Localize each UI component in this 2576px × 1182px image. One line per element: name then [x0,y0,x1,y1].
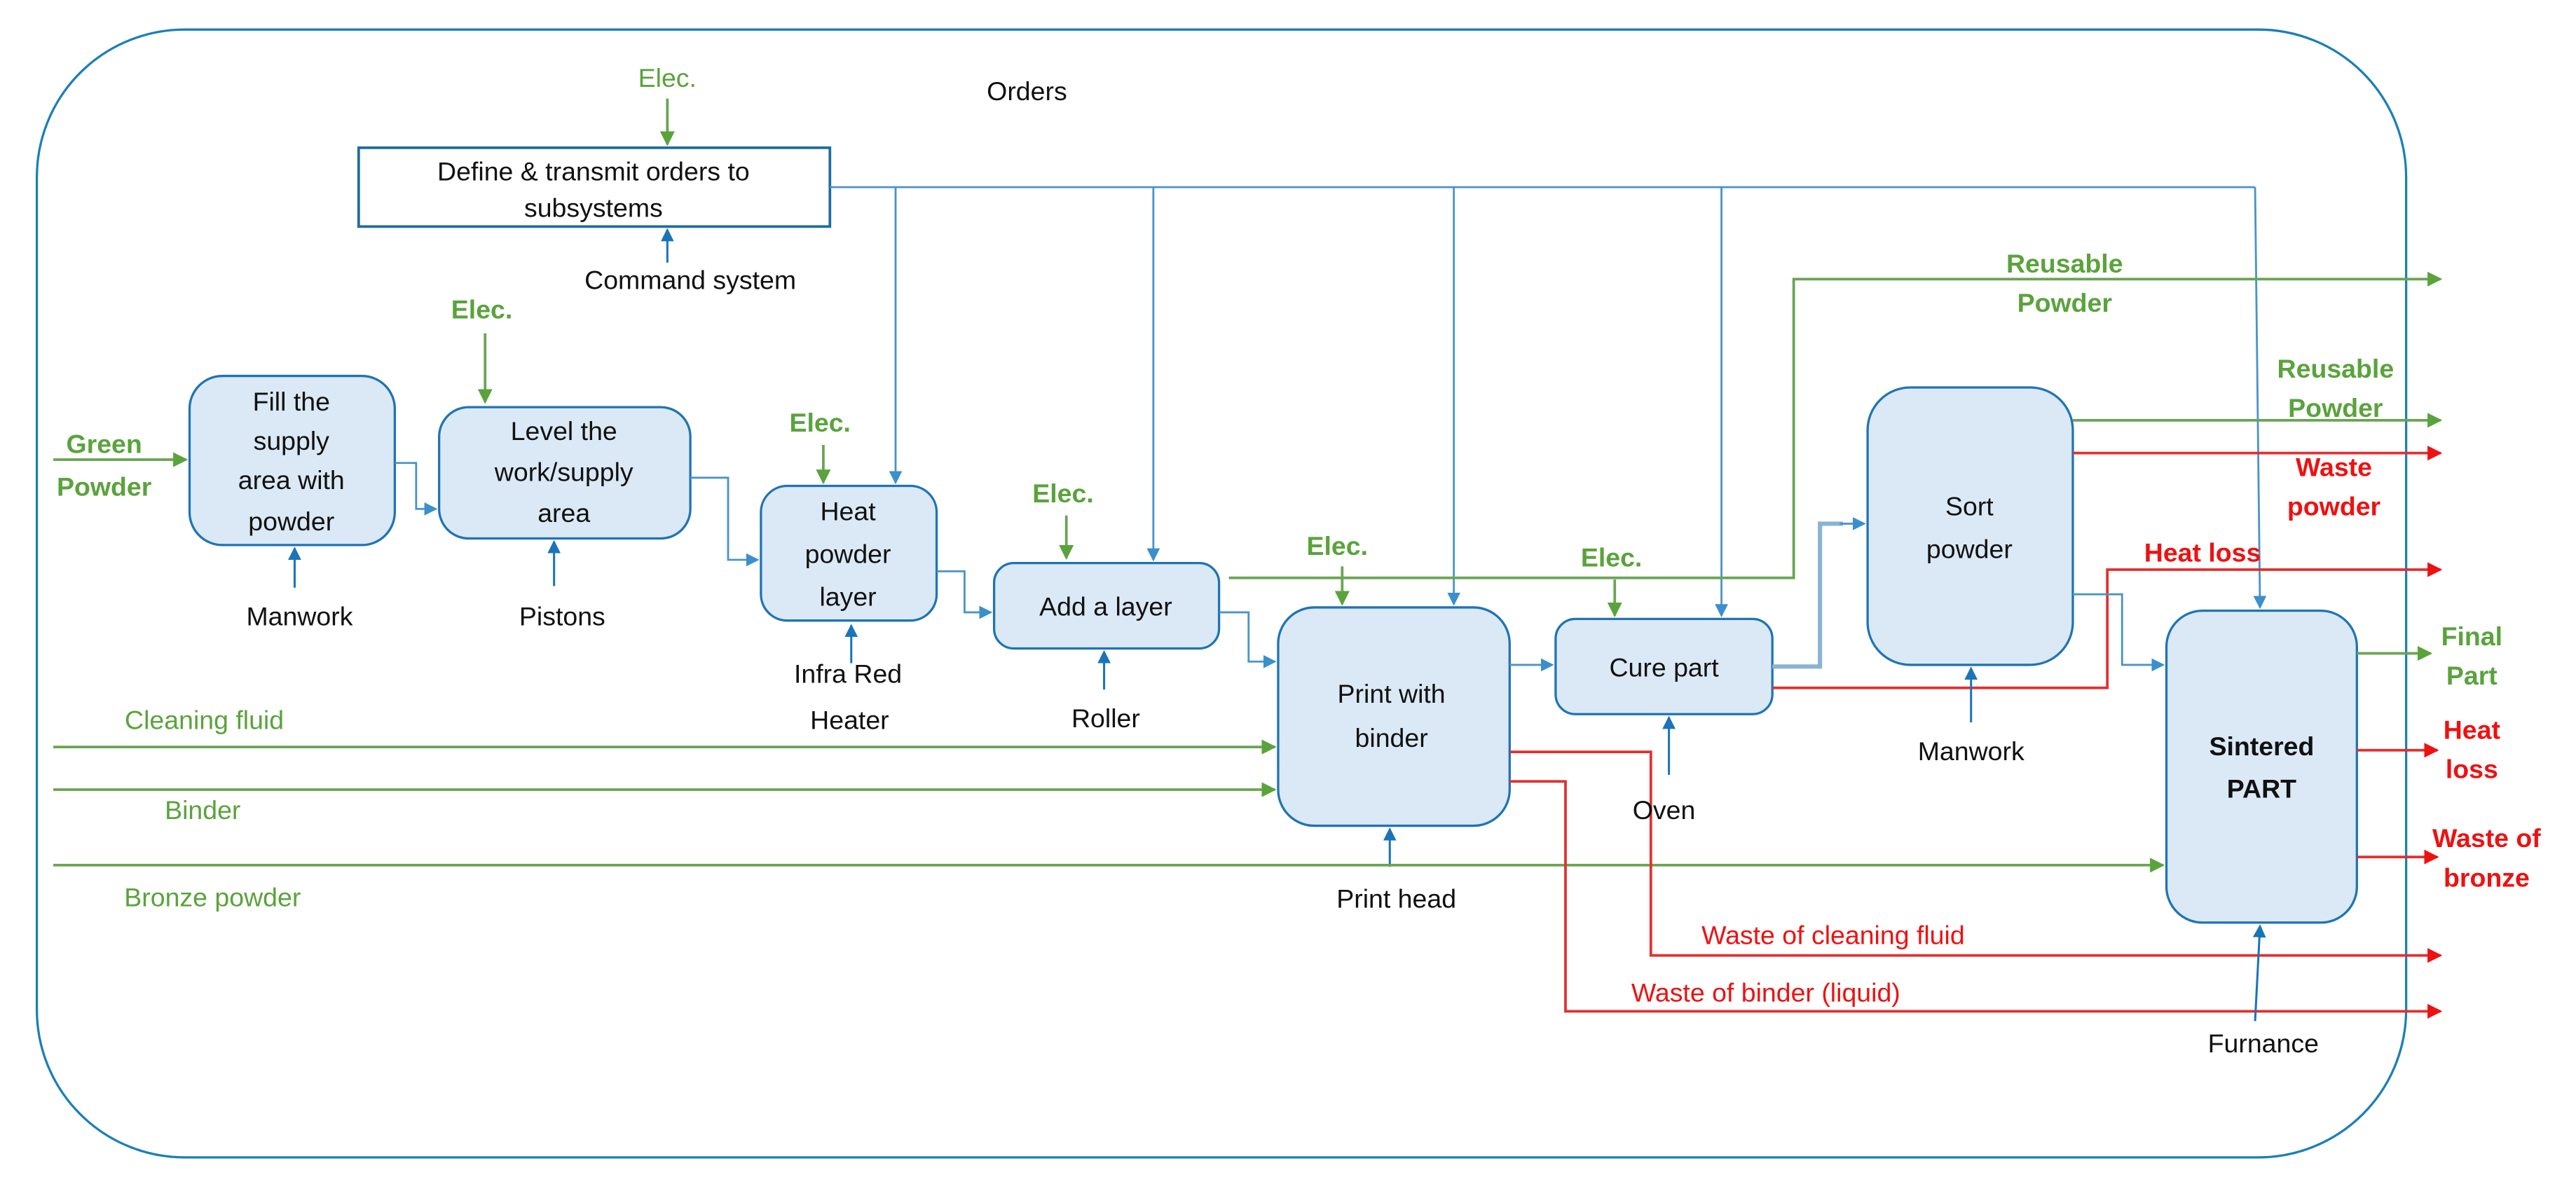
green-powder-label-1: Green [67,429,142,459]
process-add-line1: Add a layer [1039,592,1172,621]
reusable-powder-sort-label-2: Powder [2288,393,2383,422]
sort-mechanism-label: Manwork [1918,736,2025,766]
process-print-line2: binder [1355,723,1428,753]
waste-powder-label-1: Waste [2296,452,2372,481]
process-heat-line2: powder [805,540,891,569]
process-print-line1: Print with [1338,679,1446,708]
add-mechanism-label: Roller [1071,703,1140,733]
flow-level-to-heat [690,476,760,567]
process-sort-line2: powder [1926,535,2013,564]
heat-elec-label: Elec. [789,408,851,437]
level-elec-label: Elec. [451,295,513,324]
command-system-label: Command system [584,265,796,294]
heat-loss-cure-label: Heat loss [2144,537,2261,567]
sinter-mechanism-label: Furnance [2208,1029,2319,1058]
process-heat-line1: Heat [820,497,876,526]
process-fill-line1: Fill the [253,387,330,416]
waste-bronze-label-1: Waste of [2432,823,2541,853]
process-flow-diagram: Define & transmit orders to subsystems E… [35,28,2541,1159]
waste-bronze-label-2: bronze [2444,863,2530,892]
reusable-powder-sort-label-1: Reusable [2277,354,2395,383]
flow-sort-to-sinter [2072,593,2165,672]
fill-mechanism-label: Manwork [246,602,352,631]
heat-mechanism-label-2: Heater [810,705,889,734]
process-sinter-line2: PART [2227,774,2296,804]
print-elec-label: Elec. [1307,531,1369,561]
bronze-powder-label: Bronze powder [124,882,301,912]
flow-heat-to-add [936,570,993,619]
waste-powder-label-2: powder [2287,492,2381,521]
final-part-label-2: Part [2446,661,2498,690]
level-mechanism-label: Pistons [519,602,605,631]
process-add-layer[interactable]: Add a layer [992,562,1221,650]
final-part-label-1: Final [2441,621,2502,651]
cure-mechanism-label: Oven [1633,795,1696,825]
process-fill-line3: area with [238,465,345,495]
process-sinter-line1: Sintered [2209,731,2314,761]
waste-cleaning-fluid-label: Waste of cleaning fluid [1701,920,1965,949]
reusable-powder-top-label-1: Reusable [2006,249,2123,278]
process-level-line3: area [537,498,590,528]
binder-label: Binder [165,795,240,825]
process-print-binder[interactable]: Print with binder [1277,606,1511,827]
control-box-line1: Define & transmit orders to [437,157,750,186]
heat-mechanism-label-1: Infra Red [794,659,902,689]
process-heat-line3: layer [819,582,876,612]
cure-elec-label: Elec. [1581,542,1643,572]
process-cure-line1: Cure part [1609,652,1719,682]
add-elec-label: Elec. [1032,479,1094,508]
heat-loss-sinter-label-1: Heat [2444,715,2501,744]
process-sort-powder[interactable]: Sort powder [1866,386,2074,666]
orders-label: Orders [987,76,1067,106]
control-box-line2: subsystems [524,193,663,222]
flow-add-to-print [1219,611,1277,668]
process-heat[interactable]: Heat powder layer [760,484,938,622]
sinter-mechanism-arrow [2252,924,2266,1022]
process-fill-line2: supply [254,426,330,455]
process-sort-line1: Sort [1945,492,1994,521]
process-cure-part[interactable]: Cure part [1554,617,1774,715]
reusable-powder-top-label-2: Powder [2017,288,2113,317]
process-fill[interactable]: Fill the supply area with powder [188,374,397,547]
green-powder-label-2: Powder [57,472,152,502]
process-level-line1: Level the [511,416,617,446]
print-mechanism-label: Print head [1336,884,1456,914]
flow-fill-to-level [395,462,438,516]
waste-binder-label: Waste of binder (liquid) [1631,977,1900,1007]
process-level[interactable]: Level the work/supply area [438,406,692,540]
process-sintered-part[interactable]: Sintered PART [2165,609,2358,924]
process-fill-line4: powder [248,507,334,536]
flow-cure-to-sort [1772,521,1843,669]
process-level-line2: work/supply [494,458,633,487]
control-elec-label: Elec. [638,63,697,92]
cleaning-fluid-label: Cleaning fluid [125,705,284,734]
heat-loss-sinter-label-2: loss [2446,755,2498,784]
